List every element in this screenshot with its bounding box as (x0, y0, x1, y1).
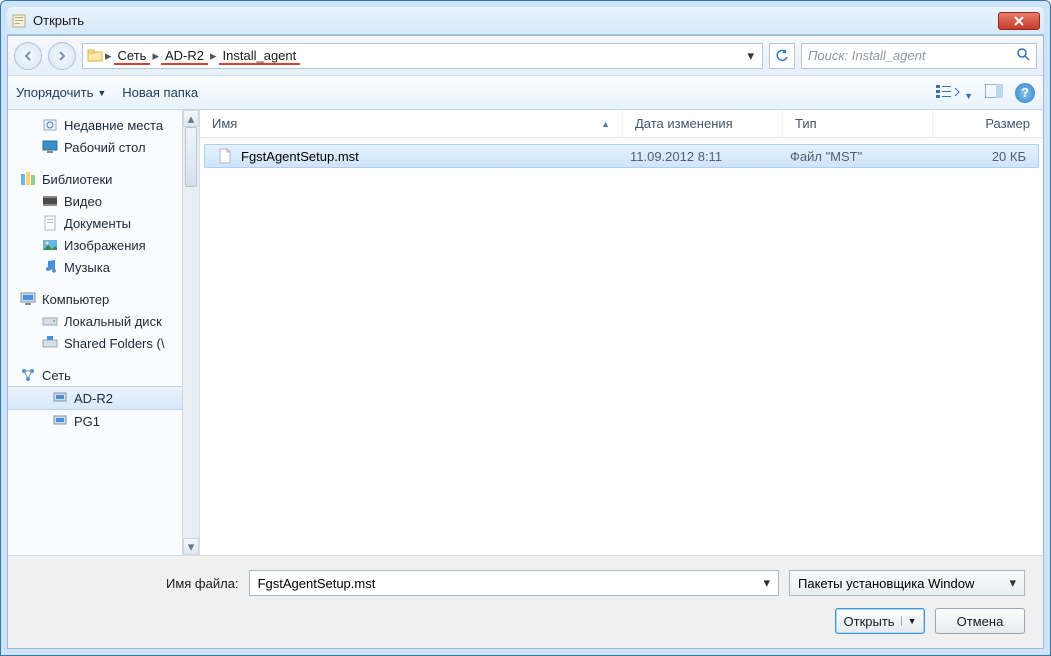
chevron-down-icon: ▼ (97, 88, 106, 98)
column-size[interactable]: Размер (933, 110, 1043, 137)
preview-pane-button[interactable] (985, 84, 1003, 101)
forward-button[interactable] (48, 42, 76, 70)
sidebar-group-network[interactable]: Сеть (8, 364, 199, 386)
network-drive-icon (42, 335, 58, 351)
scroll-track[interactable] (183, 127, 199, 538)
folder-icon (87, 48, 103, 64)
refresh-button[interactable] (769, 43, 795, 69)
sidebar-item-pg1[interactable]: PG1 (8, 410, 199, 432)
sidebar-item-pictures[interactable]: Изображения (8, 234, 199, 256)
address-bar[interactable]: ▸ Сеть ▸ AD-R2 ▸ Install_agent ▾ (82, 43, 763, 69)
sidebar-group-libraries[interactable]: Библиотеки (8, 168, 199, 190)
help-icon: ? (1021, 85, 1029, 100)
help-button[interactable]: ? (1015, 83, 1035, 103)
chevron-down-icon[interactable]: ▾ (1009, 575, 1016, 591)
file-type-cell: Файл "MST" (778, 149, 928, 164)
new-folder-button[interactable]: Новая папка (122, 85, 198, 100)
cancel-button[interactable]: Отмена (935, 608, 1025, 634)
new-folder-label: Новая папка (122, 85, 198, 100)
address-dropdown[interactable]: ▾ (743, 48, 758, 64)
filename-input[interactable]: FgstAgentSetup.mst ▾ (249, 570, 779, 596)
body: Недавние места Рабочий стол Библиотеки В… (8, 110, 1043, 555)
column-name[interactable]: Имя ▲ (200, 110, 623, 137)
filename-label: Имя файла: (166, 576, 239, 591)
chevron-down-icon: ▼ (964, 91, 973, 101)
refresh-icon (775, 49, 789, 63)
sidebar-item-adr2[interactable]: AD-R2 (8, 386, 199, 410)
titlebar: Открыть (7, 7, 1044, 35)
open-dialog-window: Открыть ▸ Сеть ▸ AD-R2 ▸ Install_agent ▾… (0, 0, 1051, 656)
sidebar-item-video[interactable]: Видео (8, 190, 199, 212)
open-button[interactable]: Открыть ▼ (835, 608, 925, 634)
sidebar-item-shared[interactable]: Shared Folders (\ (8, 332, 199, 354)
sidebar-item-desktop[interactable]: Рабочий стол (8, 136, 199, 158)
computer-icon (20, 291, 36, 307)
close-button[interactable] (998, 12, 1040, 30)
scroll-down-icon[interactable]: ▾ (183, 538, 199, 555)
computer-node-icon (52, 390, 68, 406)
scroll-up-icon[interactable]: ▴ (183, 110, 199, 127)
file-date-cell: 11.09.2012 8:11 (618, 149, 778, 164)
sidebar-item-music[interactable]: Музыка (8, 256, 199, 278)
sidebar-item-documents[interactable]: Документы (8, 212, 199, 234)
chevron-right-icon: ▸ (105, 48, 112, 64)
file-name-cell: FgstAgentSetup.mst (205, 148, 618, 164)
column-date[interactable]: Дата изменения (623, 110, 783, 137)
toolbar: Упорядочить ▼ Новая папка ▼ ? (8, 76, 1043, 110)
search-box[interactable]: Поиск: Install_agent (801, 43, 1037, 69)
column-type[interactable]: Тип (783, 110, 933, 137)
libraries-icon (20, 171, 36, 187)
breadcrumb-network[interactable]: Сеть (114, 47, 151, 65)
chevron-right-icon: ▸ (152, 48, 159, 64)
search-icon (1016, 47, 1030, 64)
file-size-cell: 20 КБ (928, 149, 1038, 164)
window-title: Открыть (33, 13, 998, 28)
close-icon (1014, 16, 1024, 26)
network-icon (20, 367, 36, 383)
drive-icon (42, 313, 58, 329)
column-headers: Имя ▲ Дата изменения Тип Размер (200, 110, 1043, 138)
view-button[interactable]: ▼ (936, 83, 973, 102)
computer-node-icon (52, 413, 68, 429)
filter-value: Пакеты установщика Window (798, 576, 974, 591)
arrow-left-icon (22, 50, 34, 62)
file-type-filter[interactable]: Пакеты установщика Window ▾ (789, 570, 1025, 596)
chevron-right-icon: ▸ (210, 48, 217, 64)
organize-button[interactable]: Упорядочить ▼ (16, 85, 106, 100)
chevron-down-icon[interactable]: ▾ (763, 575, 770, 591)
inner-frame: ▸ Сеть ▸ AD-R2 ▸ Install_agent ▾ Поиск: … (7, 35, 1044, 649)
sort-asc-icon: ▲ (601, 119, 610, 129)
documents-icon (42, 215, 58, 231)
music-icon (42, 259, 58, 275)
bottom-panel: Имя файла: FgstAgentSetup.mst ▾ Пакеты у… (8, 555, 1043, 648)
filename-value: FgstAgentSetup.mst (258, 576, 376, 591)
breadcrumb-host[interactable]: AD-R2 (161, 47, 208, 65)
video-icon (42, 193, 58, 209)
breadcrumb-folder[interactable]: Install_agent (219, 47, 301, 65)
dialog-icon (11, 13, 27, 29)
scroll-thumb[interactable] (185, 127, 197, 187)
file-icon (217, 148, 233, 164)
sidebar-item-localdisk[interactable]: Локальный диск (8, 310, 199, 332)
recent-icon (42, 117, 58, 133)
navbar: ▸ Сеть ▸ AD-R2 ▸ Install_agent ▾ Поиск: … (8, 36, 1043, 76)
sidebar-item-recent[interactable]: Недавние места (8, 114, 199, 136)
file-row[interactable]: FgstAgentSetup.mst 11.09.2012 8:11 Файл … (204, 144, 1039, 168)
back-button[interactable] (14, 42, 42, 70)
preview-pane-icon (985, 84, 1003, 98)
sidebar-scrollbar[interactable]: ▴ ▾ (182, 110, 199, 555)
organize-label: Упорядочить (16, 85, 93, 100)
split-chevron-icon: ▼ (901, 616, 917, 626)
sidebar-group-computer[interactable]: Компьютер (8, 288, 199, 310)
sidebar: Недавние места Рабочий стол Библиотеки В… (8, 110, 200, 555)
pictures-icon (42, 237, 58, 253)
view-icon (936, 83, 960, 99)
file-pane: Имя ▲ Дата изменения Тип Размер FgstAgen… (200, 110, 1043, 555)
arrow-right-icon (56, 50, 68, 62)
search-placeholder: Поиск: Install_agent (808, 48, 925, 63)
desktop-icon (42, 139, 58, 155)
file-list[interactable]: FgstAgentSetup.mst 11.09.2012 8:11 Файл … (200, 138, 1043, 555)
